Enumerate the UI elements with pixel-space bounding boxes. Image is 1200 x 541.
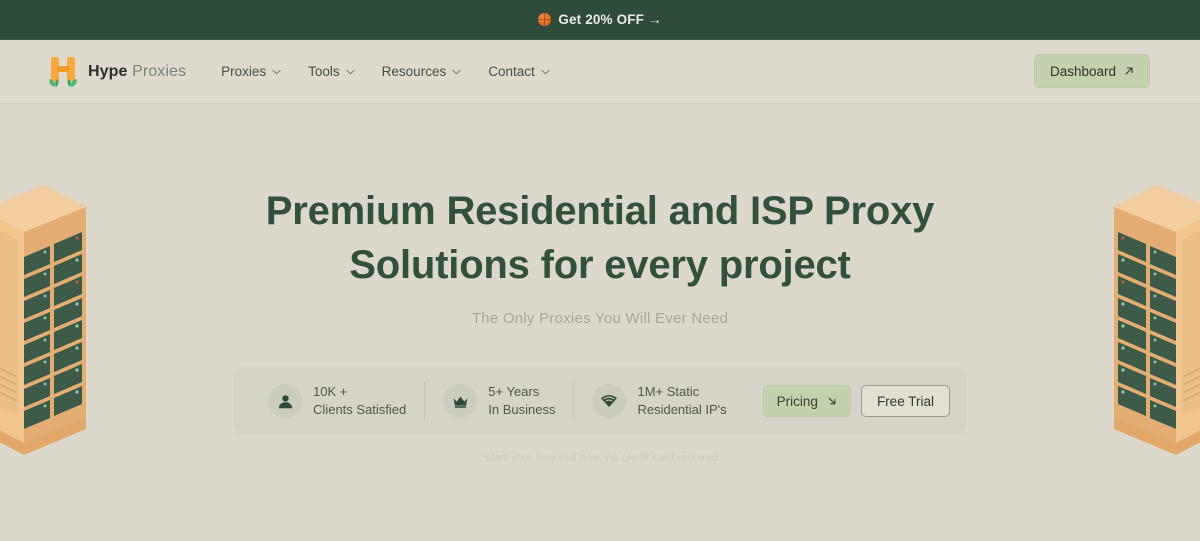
headline-line-1: Premium Residential and ISP Proxy [265, 189, 935, 233]
brand-logo[interactable]: Hype Proxies [48, 55, 186, 89]
page-root: Get 20% OFF → Hype Proxies Proxies Tools… [0, 0, 1200, 541]
hype-proxies-logo-icon [49, 56, 77, 87]
stat-value: 5+ Years [488, 384, 540, 399]
pricing-button-label: Pricing [776, 393, 818, 409]
stat-text-group: 5+ Years In Business [488, 384, 555, 418]
pricing-button[interactable]: Pricing [762, 385, 851, 417]
stat-label: Residential IP's [637, 402, 727, 417]
brand-name-primary: Hype [88, 62, 128, 80]
nav-item-label: Resources [381, 64, 447, 79]
nav-item-contact[interactable]: Contact [488, 64, 550, 79]
trial-footnote: *start your free trial now, no credit ca… [481, 452, 719, 464]
announcement-link[interactable]: Get 20% OFF → [538, 12, 661, 27]
announcement-banner[interactable]: Get 20% OFF → [0, 0, 1200, 40]
stat-value: 1M+ Static [637, 384, 700, 399]
main-navigation: Proxies Tools Resources Contact [221, 64, 550, 79]
arrow-down-right-icon [828, 397, 836, 405]
site-header: Hype Proxies Proxies Tools Resources Con… [0, 40, 1200, 104]
announcement-text: Get 20% OFF → [558, 12, 662, 27]
nav-item-label: Contact [488, 64, 535, 79]
stat-label: Clients Satisfied [313, 402, 407, 417]
chevron-down-icon [452, 69, 461, 74]
nav-item-label: Tools [308, 64, 340, 79]
page-title: Premium Residential and ISP Proxy Soluti… [240, 184, 960, 292]
stats-bar: 10K + Clients Satisfied 5+ Years In Busi… [234, 367, 966, 435]
user-icon [268, 384, 303, 418]
chevron-down-icon [346, 69, 355, 74]
brand-text: Hype Proxies [88, 63, 186, 81]
hero-section: Premium Residential and ISP Proxy Soluti… [0, 104, 1200, 541]
stat-label: In Business [488, 402, 556, 417]
dashboard-button-label: Dashboard [1049, 63, 1116, 79]
crown-icon [443, 384, 478, 418]
stat-text-group: 1M+ Static Residential IP's [637, 384, 726, 418]
stat-clients-satisfied: 10K + Clients Satisfied [250, 384, 424, 418]
stat-static-residential-ips: 1M+ Static Residential IP's [574, 384, 744, 418]
dashboard-button[interactable]: Dashboard [1033, 54, 1150, 88]
chevron-down-icon [272, 69, 281, 74]
wifi-icon [592, 384, 627, 418]
nav-item-tools[interactable]: Tools [308, 64, 355, 79]
headline-line-2: Solutions for every project [349, 243, 851, 287]
nav-item-proxies[interactable]: Proxies [221, 64, 281, 79]
stat-text-group: 10K + Clients Satisfied [313, 384, 406, 418]
chevron-down-icon [541, 69, 550, 74]
arrow-up-right-icon [1125, 67, 1133, 75]
free-trial-button[interactable]: Free Trial [860, 385, 950, 417]
free-trial-button-label: Free Trial [876, 393, 934, 409]
brand-name-secondary: Proxies [132, 62, 187, 80]
stat-years-in-business: 5+ Years In Business [425, 384, 573, 418]
nav-item-resources[interactable]: Resources [382, 64, 462, 79]
stat-value: 10K + [313, 384, 348, 399]
basketball-icon [538, 13, 552, 26]
hero-subtitle: The Only Proxies You Will Ever Need [471, 310, 729, 327]
nav-item-label: Proxies [221, 64, 267, 79]
cta-button-group: Pricing Free Trial [745, 385, 950, 417]
